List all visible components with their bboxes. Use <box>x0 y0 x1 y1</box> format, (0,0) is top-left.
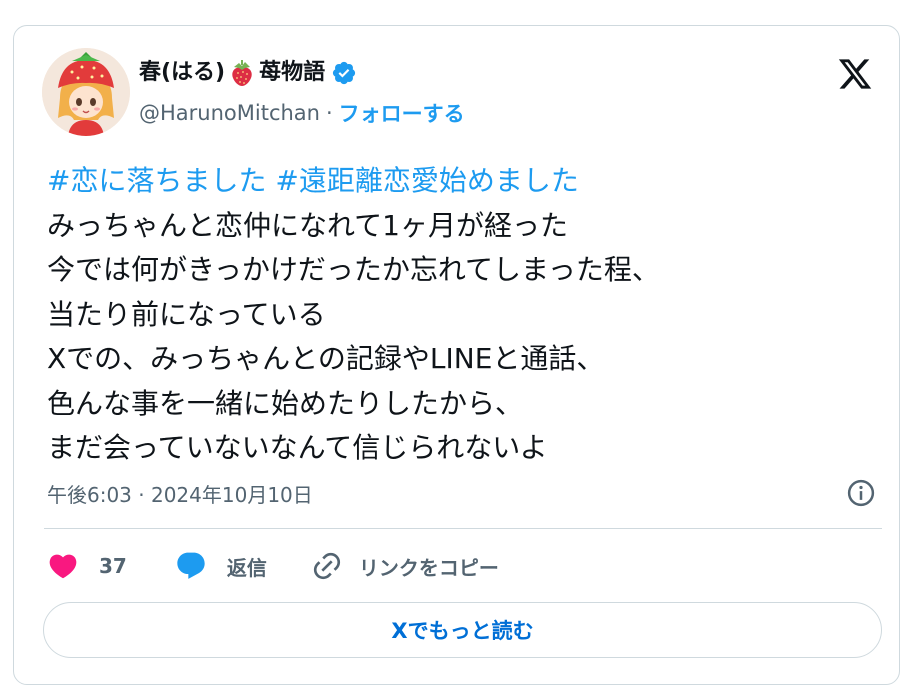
tweet-line: Xでの、みっちゃんとの記録やLINEと通話、 <box>47 342 605 375</box>
like-count: 37 <box>99 554 127 578</box>
author-handle[interactable]: @HarunoMitchan <box>139 101 320 125</box>
copy-link-label: リンクをコピー <box>358 555 499 580</box>
read-more-button[interactable]: Xでもっと読む <box>43 602 882 658</box>
display-name-prefix: 春(はる) <box>139 60 226 85</box>
tweet-timestamp[interactable]: 午後6:03 · 2024年10月10日 <box>47 478 313 508</box>
verified-badge-icon <box>331 60 357 86</box>
strawberry-icon <box>229 59 255 87</box>
reply-label: 返信 <box>226 555 267 580</box>
x-logo-icon[interactable] <box>836 56 874 92</box>
reply-button[interactable]: 返信 <box>175 550 267 582</box>
link-icon <box>313 552 340 580</box>
copy-link-button[interactable]: リンクをコピー <box>311 550 499 582</box>
avatar[interactable] <box>42 48 130 136</box>
tweet-line: 今では何がきっかけだったか忘れてしまった程、 <box>47 253 660 286</box>
display-name-suffix: 苺物語 <box>259 60 326 85</box>
hashtag-line: #恋に落ちました #遠距離恋愛始めました <box>47 159 867 204</box>
actions-bar: 37 返信 リンクをコピー <box>47 548 499 584</box>
hashtag-link[interactable]: #遠距離恋愛始めました <box>275 164 578 197</box>
heart-icon <box>49 554 77 579</box>
display-name[interactable]: 春(はる) 苺物語 <box>139 56 357 90</box>
info-icon[interactable] <box>846 478 876 508</box>
tweet-line: 色んな事を一緒に始めたりしたから、 <box>47 386 524 420</box>
follow-link[interactable]: フォローする <box>339 98 465 128</box>
divider <box>44 528 882 529</box>
like-button[interactable]: 37 <box>47 550 127 582</box>
hashtag-link[interactable]: #恋に落ちました <box>47 164 266 197</box>
separator: · <box>325 101 333 125</box>
tweet-line: まだ会っていないなんて信じられないよ <box>47 431 548 464</box>
tweet-line: 当たり前になっている <box>47 297 326 331</box>
tweet-line: みっちゃんと恋仲になれて1ヶ月が経った <box>47 208 568 242</box>
tweet-text: #恋に落ちました #遠距離恋愛始めました みっちゃんと恋仲になれて1ヶ月が経った… <box>47 159 867 471</box>
embedded-tweet-card: 春(はる) 苺物語 @HarunoMitchan · フォローする #恋に落ちま… <box>13 25 900 685</box>
reply-bubble-icon <box>177 552 205 579</box>
handle-row: @HarunoMitchan · フォローする <box>139 98 465 128</box>
